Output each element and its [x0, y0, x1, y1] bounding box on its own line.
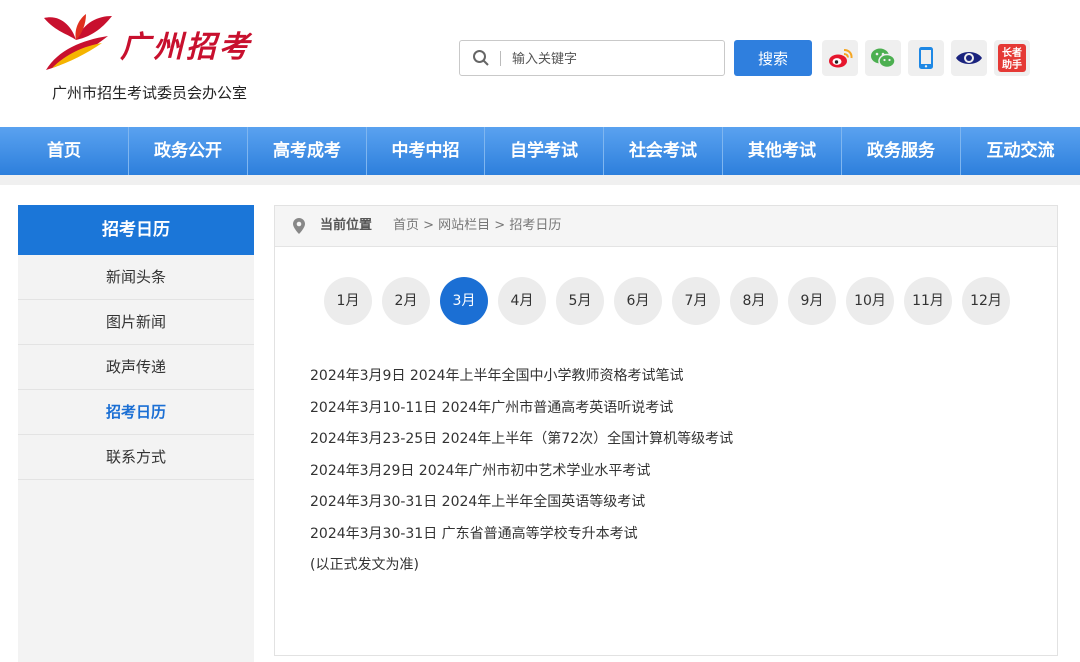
logo-calligraphy: 广州招考 — [120, 30, 252, 65]
event-item[interactable]: 2024年3月9日 2024年上半年全国中小学教师资格考试笔试 — [310, 361, 733, 393]
nav-shadow-band — [0, 175, 1080, 185]
sidebar-item-photo-news[interactable]: 图片新闻 — [18, 300, 254, 345]
accessibility-link[interactable] — [951, 40, 987, 76]
logo-subtitle: 广州市招生考试委员会办公室 — [52, 84, 248, 102]
month-sep[interactable]: 9月 — [788, 277, 836, 325]
eye-icon — [956, 52, 982, 64]
mobile-icon — [919, 47, 933, 69]
wechat-link[interactable] — [865, 40, 901, 76]
event-list: 2024年3月9日 2024年上半年全国中小学教师资格考试笔试 2024年3月1… — [310, 361, 733, 582]
search-icon — [473, 50, 489, 66]
nav-interaction[interactable]: 互动交流 — [961, 127, 1080, 175]
event-item[interactable]: 2024年3月10-11日 2024年广州市普通高考英语听说考试 — [310, 393, 733, 425]
nav-gaokao[interactable]: 高考成考 — [248, 127, 367, 175]
month-mar[interactable]: 3月 — [440, 277, 488, 325]
search-box — [459, 40, 725, 76]
sidebar-item-contact[interactable]: 联系方式 — [18, 435, 254, 480]
month-jun[interactable]: 6月 — [614, 277, 662, 325]
event-item[interactable]: 2024年3月29日 2024年广州市初中艺术学业水平考试 — [310, 456, 733, 488]
site-logo[interactable]: 广州招考 广州市招生考试委员会办公室 — [38, 10, 278, 105]
month-apr[interactable]: 4月 — [498, 277, 546, 325]
svg-text:助手: 助手 — [1002, 58, 1022, 71]
month-feb[interactable]: 2月 — [382, 277, 430, 325]
nav-government-affairs[interactable]: 政务公开 — [129, 127, 248, 175]
main-content: 当前位置 首页 > 网站栏目 > 招考日历 1月 2月 3月 4月 5月 6月 … — [274, 205, 1058, 656]
event-note: (以正式发文为准) — [310, 557, 419, 573]
nav-gov-services[interactable]: 政务服务 — [842, 127, 961, 175]
breadcrumb-label: 当前位置 — [320, 218, 373, 233]
flower-logo-icon — [44, 14, 112, 70]
sidebar-item-gov-voice[interactable]: 政声传递 — [18, 345, 254, 390]
search-input[interactable] — [510, 47, 714, 71]
sidebar: 招考日历 新闻头条 图片新闻 政声传递 招考日历 联系方式 — [18, 205, 254, 662]
weibo-icon — [829, 49, 853, 68]
mobile-link[interactable] — [908, 40, 944, 76]
month-dec[interactable]: 12月 — [962, 277, 1010, 325]
nav-self-study[interactable]: 自学考试 — [485, 127, 604, 175]
month-jul[interactable]: 7月 — [672, 277, 720, 325]
location-pin-icon — [293, 218, 305, 234]
month-aug[interactable]: 8月 — [730, 277, 778, 325]
month-may[interactable]: 5月 — [556, 277, 604, 325]
event-item[interactable]: 2024年3月30-31日 2024年上半年全国英语等级考试 — [310, 487, 733, 519]
breadcrumb: 当前位置 首页 > 网站栏目 > 招考日历 — [275, 206, 1057, 247]
event-item[interactable]: 2024年3月23-25日 2024年上半年（第72次）全国计算机等级考试 — [310, 424, 733, 456]
nav-zhongkao[interactable]: 中考中招 — [367, 127, 485, 175]
search-divider — [500, 51, 501, 66]
svg-text:长者: 长者 — [1002, 46, 1022, 59]
month-nov[interactable]: 11月 — [904, 277, 952, 325]
main-nav: 首页 政务公开 高考成考 中考中招 自学考试 社会考试 其他考试 政务服务 互动… — [0, 127, 1080, 175]
nav-home[interactable]: 首页 — [0, 127, 129, 175]
sidebar-item-exam-calendar[interactable]: 招考日历 — [18, 390, 254, 435]
weibo-link[interactable] — [822, 40, 858, 76]
event-item[interactable]: 2024年3月30-31日 广东省普通高等学校专升本考试 — [310, 519, 733, 551]
breadcrumb-path[interactable]: 首页 > 网站栏目 > 招考日历 — [393, 206, 561, 246]
search-button[interactable]: 搜索 — [734, 40, 812, 76]
sidebar-title: 招考日历 — [18, 205, 254, 255]
nav-social-exams[interactable]: 社会考试 — [604, 127, 723, 175]
elder-helper-link[interactable]: 长者 助手 — [994, 40, 1030, 76]
site-header: 广州招考 广州市招生考试委员会办公室 搜索 — [0, 0, 1080, 127]
nav-other-exams[interactable]: 其他考试 — [723, 127, 842, 175]
month-jan[interactable]: 1月 — [324, 277, 372, 325]
elder-helper-icon: 长者 助手 — [998, 44, 1026, 72]
wechat-icon — [871, 48, 896, 69]
sidebar-item-headlines[interactable]: 新闻头条 — [18, 255, 254, 300]
month-oct[interactable]: 10月 — [846, 277, 894, 325]
